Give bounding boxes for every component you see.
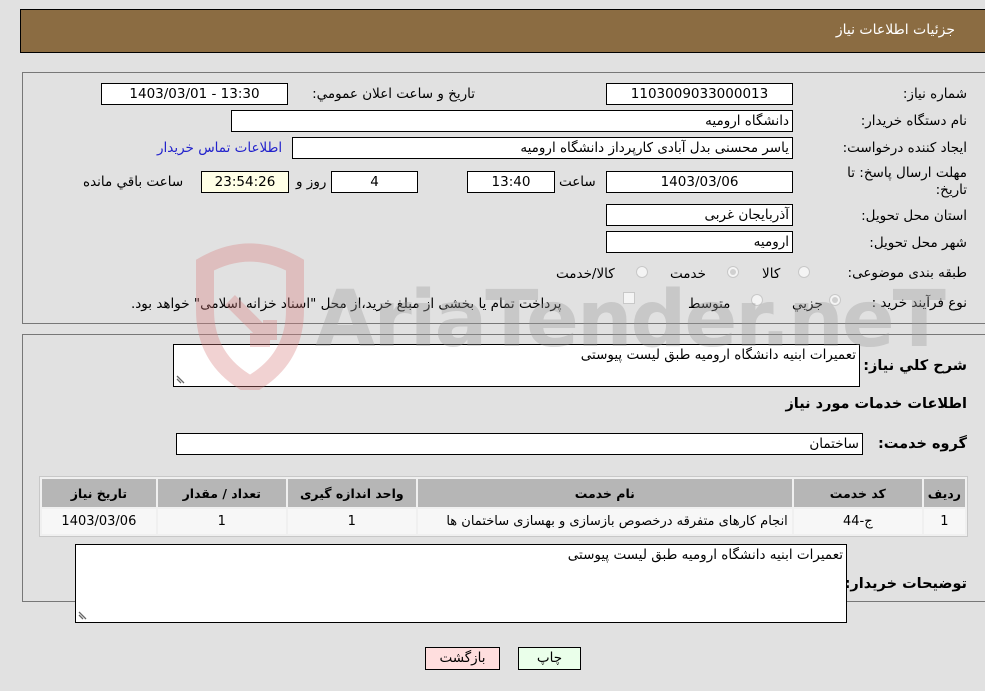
deadline-label: مهلت ارسال پاسخ: تا تاریخ: xyxy=(847,165,967,198)
treasury-bonds-label: پرداخت تمام یا بخشی از مبلغ خرید،از محل … xyxy=(131,296,562,312)
category-label: طبقه بندی موضوعی: xyxy=(847,265,967,281)
resize-grip-icon[interactable] xyxy=(176,374,186,384)
cell-need-date: 1403/03/06 xyxy=(42,509,156,534)
summary-label: شرح کلي نياز: xyxy=(863,358,967,374)
purchase-type-radio-minor[interactable] xyxy=(829,294,841,306)
print-button[interactable]: چاپ xyxy=(518,647,581,670)
col-row-number: ردیف xyxy=(923,479,965,507)
cell-service-code: ج-44 xyxy=(793,509,922,534)
category-option-goods: کالا xyxy=(762,266,781,282)
remaining-days-field: 4 xyxy=(331,171,418,193)
cell-service-name: انجام کارهای متفرقه درخصوص بازسازی و بهس… xyxy=(417,509,792,534)
col-service-code: کد خدمت xyxy=(793,479,922,507)
services-heading: اطلاعات خدمات مورد نیاز xyxy=(785,396,967,412)
province-label: استان محل تحویل: xyxy=(861,208,967,224)
cell-quantity: 1 xyxy=(157,509,286,534)
purchase-type-option-medium: متوسط xyxy=(688,296,731,312)
purchase-type-option-minor: جزيي xyxy=(792,296,823,312)
category-radio-goods[interactable] xyxy=(798,266,810,278)
col-need-date: تاریخ نیاز xyxy=(42,479,156,507)
category-radio-service[interactable] xyxy=(727,266,739,278)
service-group-field[interactable]: ساختمان xyxy=(176,433,863,455)
deadline-time-label: ساعت xyxy=(559,174,596,190)
requester-label: ایجاد کننده درخواست: xyxy=(842,140,967,156)
buyer-org-field[interactable]: دانشگاه ارومیه xyxy=(231,110,793,132)
buyer-notes-text: تعمیرات ابنیه دانشگاه ارومیه طبق لیست پی… xyxy=(567,547,843,563)
treasury-bonds-checkbox[interactable] xyxy=(623,292,635,304)
col-service-name: نام خدمت xyxy=(417,479,792,507)
buyer-contact-link[interactable]: اطلاعات تماس خریدار xyxy=(157,140,282,156)
page-header: جزئیات اطلاعات نیاز xyxy=(20,9,985,53)
purchase-type-radio-medium[interactable] xyxy=(751,294,763,306)
buyer-notes-label: توضیحات خریدار: xyxy=(844,576,967,592)
col-unit: واحد اندازه گیری xyxy=(287,479,416,507)
resize-grip-icon[interactable] xyxy=(78,610,88,620)
need-number-field[interactable]: 1103009033000013 xyxy=(606,83,793,105)
requester-field[interactable]: یاسر محسنی بدل آبادی کارپرداز دانشگاه ار… xyxy=(292,137,793,159)
announce-datetime-field[interactable]: 1403/03/01 - 13:30 xyxy=(101,83,288,105)
remaining-time-field: 23:54:26 xyxy=(201,171,289,193)
summary-text: تعمیرات ابنیه دانشگاه ارومیه طبق لیست پی… xyxy=(580,347,856,363)
announce-datetime-label: تاریخ و ساعت اعلان عمومي: xyxy=(312,86,475,102)
services-table: ردیف کد خدمت نام خدمت واحد اندازه گیری ت… xyxy=(39,476,968,537)
city-label: شهر محل تحویل: xyxy=(869,235,967,251)
category-radio-goods-service[interactable] xyxy=(636,266,648,278)
days-label: روز و xyxy=(296,174,327,190)
need-number-label: شماره نیاز: xyxy=(902,86,967,102)
table-row: 1 ج-44 انجام کارهای متفرقه درخصوص بازساز… xyxy=(42,509,965,534)
deadline-time-field[interactable]: 13:40 xyxy=(467,171,555,193)
service-group-label: گروه خدمت: xyxy=(877,436,967,452)
table-header-row: ردیف کد خدمت نام خدمت واحد اندازه گیری ت… xyxy=(42,479,965,507)
cell-unit: 1 xyxy=(287,509,416,534)
page-title: جزئیات اطلاعات نیاز xyxy=(835,22,955,38)
buyer-org-label: نام دستگاه خريدار: xyxy=(860,113,967,129)
category-option-goods-service: کالا/خدمت xyxy=(556,266,615,282)
remaining-time-label: ساعت باقي مانده xyxy=(83,174,184,190)
purchase-type-label: نوع فرآیند خرید : xyxy=(871,295,967,311)
summary-textarea[interactable]: تعمیرات ابنیه دانشگاه ارومیه طبق لیست پی… xyxy=(173,344,860,387)
back-button[interactable]: بازگشت xyxy=(425,647,500,670)
deadline-date-field[interactable]: 1403/03/06 xyxy=(606,171,793,193)
col-quantity: تعداد / مقدار xyxy=(157,479,286,507)
city-field[interactable]: ارومیه xyxy=(606,231,793,253)
buyer-notes-textarea[interactable]: تعمیرات ابنیه دانشگاه ارومیه طبق لیست پی… xyxy=(75,544,847,623)
cell-row-number: 1 xyxy=(923,509,965,534)
category-option-service: خدمت xyxy=(670,266,706,282)
province-field[interactable]: آذربایجان غربی xyxy=(606,204,793,226)
